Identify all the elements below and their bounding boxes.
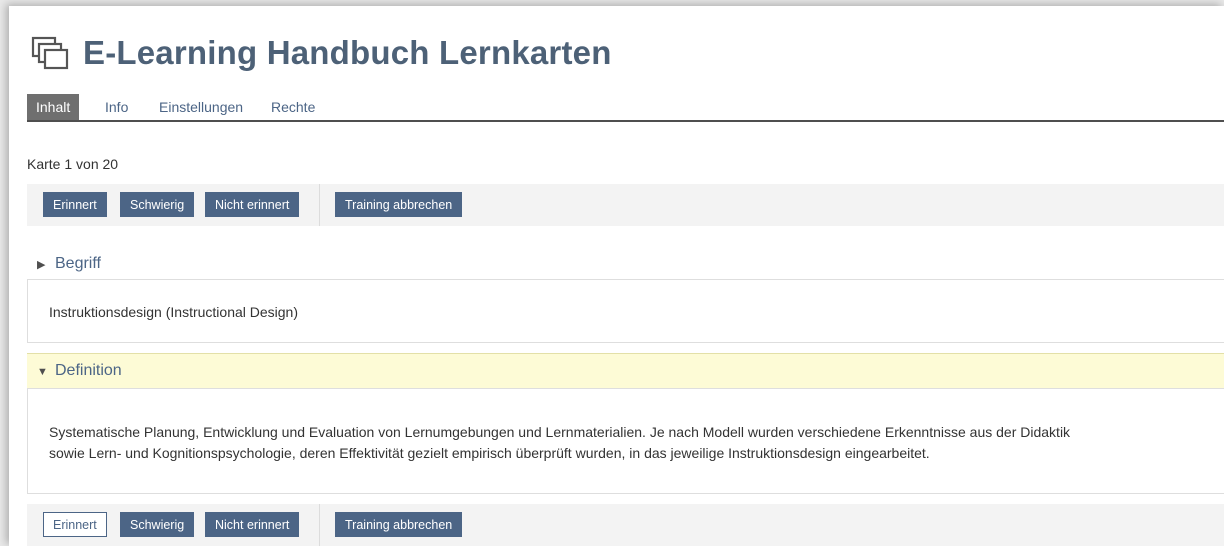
term-text: Instruktionsdesign (Instructional Design… [49, 304, 299, 320]
toolbar-top: Erinnert Schwierig Nicht erinnert Traini… [27, 184, 1224, 226]
difficult-button[interactable]: Schwierig [120, 192, 195, 217]
toolbar-divider [319, 504, 320, 546]
tab-einstellungen[interactable]: Einstellungen [159, 94, 243, 120]
definition-text-line-2: sowie Lern- und Kognitionspsychologie, d… [49, 445, 930, 461]
remembered-button[interactable]: Erinnert [43, 192, 107, 217]
cancel-training-button[interactable]: Training abbrechen [335, 192, 463, 217]
difficult-button[interactable]: Schwierig [120, 512, 195, 537]
not-remembered-button[interactable]: Nicht erinnert [205, 512, 300, 537]
caret-down-icon: ▼ [37, 366, 48, 378]
toolbar-divider [319, 184, 320, 226]
toolbar-bottom: Erinnert Schwierig Nicht erinnert Traini… [27, 504, 1224, 546]
term-heading: Begriff [55, 255, 101, 272]
page-frame: E-Learning Handbuch Lernkarten Inhalt In… [9, 6, 1224, 546]
definition-heading: Definition [55, 362, 122, 379]
remembered-button[interactable]: Erinnert [43, 512, 107, 537]
tab-inhalt[interactable]: Inhalt [27, 94, 80, 120]
flashcards-icon [31, 36, 69, 70]
term-header[interactable]: ▶ Begriff [27, 247, 1224, 281]
term-panel: Instruktionsdesign (Instructional Design… [27, 279, 1224, 343]
page-header: E-Learning Handbuch Lernkarten [31, 28, 612, 78]
tab-bar: Inhalt Info Einstellungen Rechte [27, 94, 1224, 122]
definition-text-line-1: Systematische Planung, Entwicklung und E… [49, 424, 1071, 440]
tab-rechte[interactable]: Rechte [271, 94, 315, 120]
card-counter: Karte 1 von 20 [27, 156, 119, 172]
tab-info[interactable]: Info [105, 94, 128, 120]
definition-panel: Systematische Planung, Entwicklung und E… [27, 388, 1224, 494]
caret-right-icon: ▶ [37, 259, 46, 271]
definition-header[interactable]: ▼ Definition [27, 353, 1224, 389]
page-title: E-Learning Handbuch Lernkarten [83, 34, 612, 71]
cancel-training-button[interactable]: Training abbrechen [335, 512, 463, 537]
not-remembered-button[interactable]: Nicht erinnert [205, 192, 300, 217]
